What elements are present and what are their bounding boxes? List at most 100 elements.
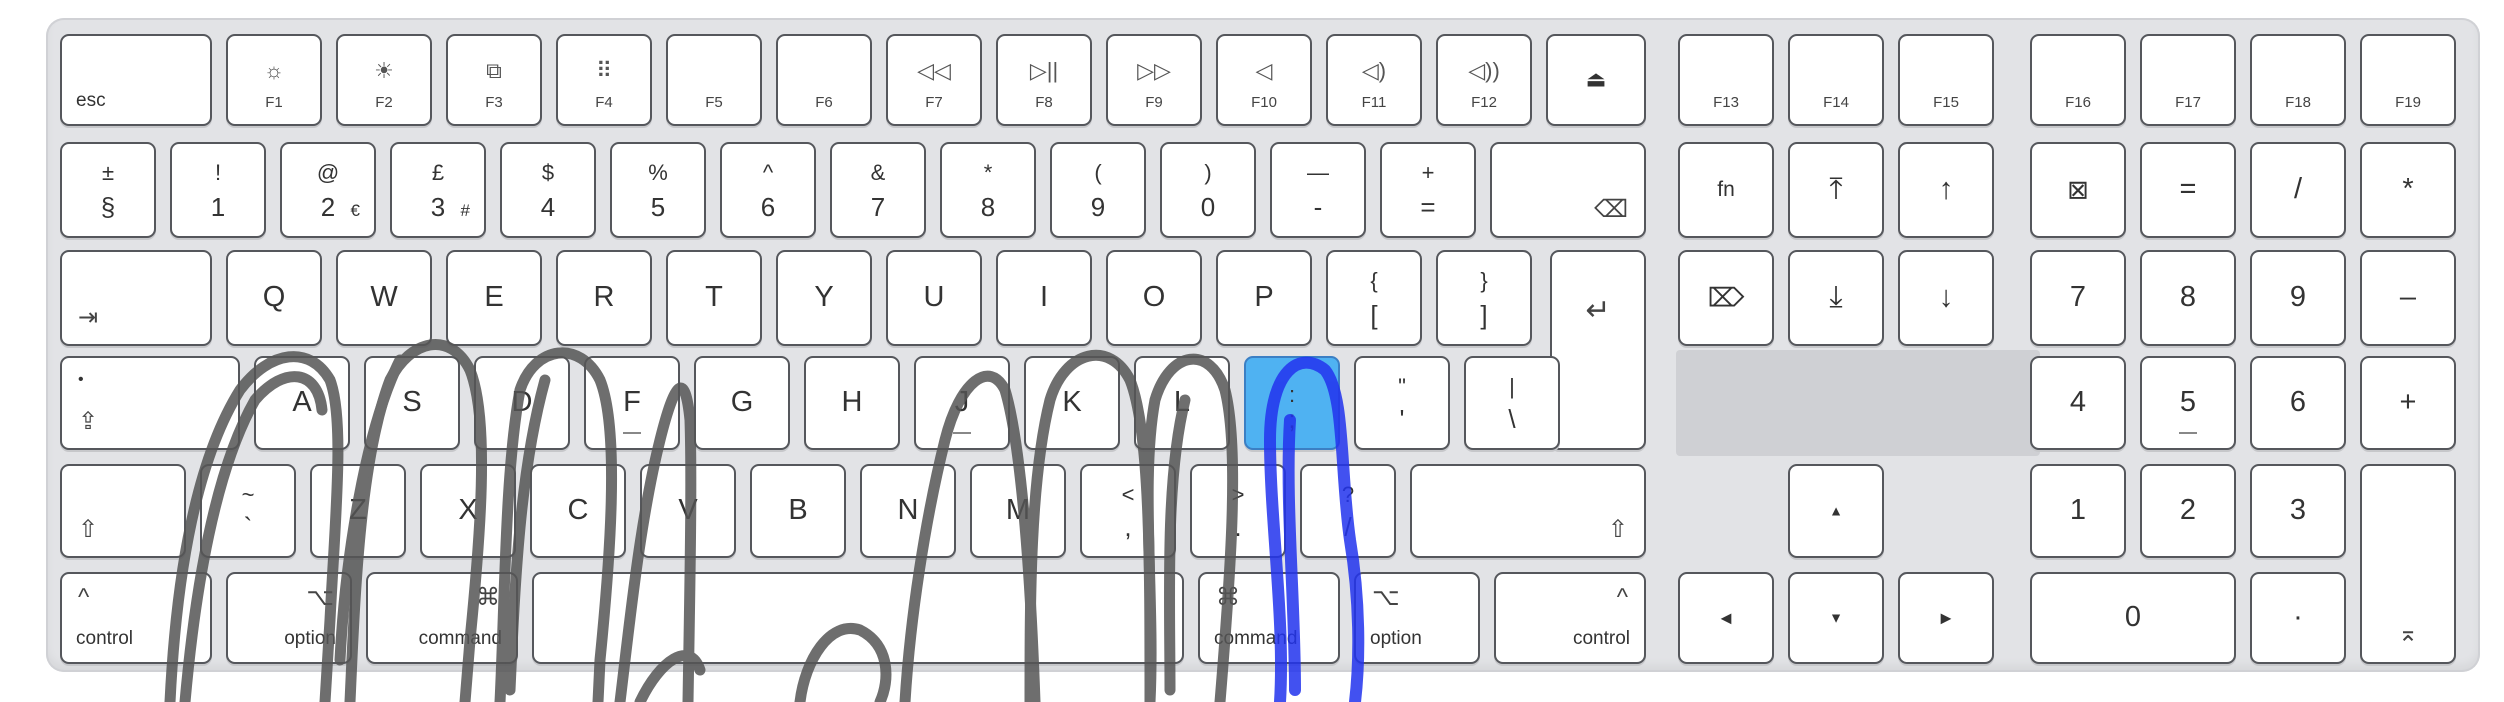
- quote-key[interactable]: " ': [1354, 356, 1450, 450]
- key-q[interactable]: Q: [226, 250, 322, 346]
- numpad-9[interactable]: 9: [2250, 250, 2346, 346]
- key-f[interactable]: F: [584, 356, 680, 450]
- numpad-3[interactable]: 3: [2250, 464, 2346, 558]
- f15-key[interactable]: F15: [1898, 34, 1994, 126]
- key-w[interactable]: W: [336, 250, 432, 346]
- key-5[interactable]: % 5: [610, 142, 706, 238]
- key-j[interactable]: J: [914, 356, 1010, 450]
- key-y[interactable]: Y: [776, 250, 872, 346]
- key-p[interactable]: P: [1216, 250, 1312, 346]
- numpad-2[interactable]: 2: [2140, 464, 2236, 558]
- numpad-5[interactable]: 5: [2140, 356, 2236, 450]
- key-m[interactable]: M: [970, 464, 1066, 558]
- numpad-0[interactable]: 0: [2030, 572, 2236, 664]
- arrow-up-key[interactable]: ▲: [1788, 464, 1884, 558]
- numpad-4[interactable]: 4: [2030, 356, 2126, 450]
- numpad-7[interactable]: 7: [2030, 250, 2126, 346]
- f3-key[interactable]: ⧉ F3: [446, 34, 542, 126]
- key-2[interactable]: @ 2 €: [280, 142, 376, 238]
- f8-key[interactable]: ▷|| F8: [996, 34, 1092, 126]
- backslash-key[interactable]: | \: [1464, 356, 1560, 450]
- key-a[interactable]: A: [254, 356, 350, 450]
- key-t[interactable]: T: [666, 250, 762, 346]
- forward-delete-key[interactable]: ⌦: [1678, 250, 1774, 346]
- f10-key[interactable]: ◁ F10: [1216, 34, 1312, 126]
- home-key[interactable]: ⤒: [1788, 142, 1884, 238]
- f7-key[interactable]: ◁◁ F7: [886, 34, 982, 126]
- f17-key[interactable]: F17: [2140, 34, 2236, 126]
- key-6[interactable]: ^ 6: [720, 142, 816, 238]
- option-right-key[interactable]: ⌥ option: [1354, 572, 1480, 664]
- f5-key[interactable]: F5: [666, 34, 762, 126]
- key-o[interactable]: O: [1106, 250, 1202, 346]
- eject-key[interactable]: ⏏: [1546, 34, 1646, 126]
- page-down-key[interactable]: ↓: [1898, 250, 1994, 346]
- f12-key[interactable]: ◁)) F12: [1436, 34, 1532, 126]
- arrow-left-key[interactable]: ◀: [1678, 572, 1774, 664]
- control-right-key[interactable]: ^ control: [1494, 572, 1646, 664]
- equals-key[interactable]: + =: [1380, 142, 1476, 238]
- comma-key[interactable]: < ,: [1080, 464, 1176, 558]
- backtick-key[interactable]: ~ `: [200, 464, 296, 558]
- f11-key[interactable]: ◁) F11: [1326, 34, 1422, 126]
- key-4[interactable]: $ 4: [500, 142, 596, 238]
- section-key[interactable]: ± §: [60, 142, 156, 238]
- numpad-clear-key[interactable]: ⊠: [2030, 142, 2126, 238]
- key-s[interactable]: S: [364, 356, 460, 450]
- delete-key[interactable]: ⌫: [1490, 142, 1646, 238]
- numpad-6[interactable]: 6: [2250, 356, 2346, 450]
- esc-key[interactable]: esc: [60, 34, 212, 126]
- key-b[interactable]: B: [750, 464, 846, 558]
- key-7[interactable]: & 7: [830, 142, 926, 238]
- page-up-key[interactable]: ↑: [1898, 142, 1994, 238]
- key-z[interactable]: Z: [310, 464, 406, 558]
- key-h[interactable]: H: [804, 356, 900, 450]
- key-k[interactable]: K: [1024, 356, 1120, 450]
- numpad-minus[interactable]: –: [2360, 250, 2456, 346]
- key-l[interactable]: L: [1134, 356, 1230, 450]
- f4-key[interactable]: ⠿ F4: [556, 34, 652, 126]
- return-key[interactable]: ↵: [1550, 250, 1646, 450]
- period-key[interactable]: > .: [1190, 464, 1286, 558]
- arrow-down-key[interactable]: ▼: [1788, 572, 1884, 664]
- numpad-multiply-key[interactable]: *: [2360, 142, 2456, 238]
- space-bar[interactable]: [532, 572, 1184, 664]
- key-g[interactable]: G: [694, 356, 790, 450]
- key-x[interactable]: X: [420, 464, 516, 558]
- bracket-right-key[interactable]: } ]: [1436, 250, 1532, 346]
- semicolon-key[interactable]: : ;: [1244, 356, 1340, 450]
- minus-key[interactable]: — -: [1270, 142, 1366, 238]
- key-8[interactable]: * 8: [940, 142, 1036, 238]
- numpad-divide-key[interactable]: /: [2250, 142, 2346, 238]
- key-9[interactable]: ( 9: [1050, 142, 1146, 238]
- numpad-decimal[interactable]: ·: [2250, 572, 2346, 664]
- f16-key[interactable]: F16: [2030, 34, 2126, 126]
- key-0[interactable]: ) 0: [1160, 142, 1256, 238]
- bracket-left-key[interactable]: { [: [1326, 250, 1422, 346]
- numpad-plus[interactable]: +: [2360, 356, 2456, 450]
- f9-key[interactable]: ▷▷ F9: [1106, 34, 1202, 126]
- f18-key[interactable]: F18: [2250, 34, 2346, 126]
- key-e[interactable]: E: [446, 250, 542, 346]
- key-1[interactable]: ! 1: [170, 142, 266, 238]
- control-left-key[interactable]: ^ control: [60, 572, 212, 664]
- end-key[interactable]: ⤓: [1788, 250, 1884, 346]
- command-right-key[interactable]: ⌘ command: [1198, 572, 1340, 664]
- f14-key[interactable]: F14: [1788, 34, 1884, 126]
- key-v[interactable]: V: [640, 464, 736, 558]
- fn-key[interactable]: fn: [1678, 142, 1774, 238]
- numpad-enter-key[interactable]: ⌅: [2360, 464, 2456, 664]
- numpad-1[interactable]: 1: [2030, 464, 2126, 558]
- f6-key[interactable]: F6: [776, 34, 872, 126]
- numpad-8[interactable]: 8: [2140, 250, 2236, 346]
- key-r[interactable]: R: [556, 250, 652, 346]
- slash-key[interactable]: ? /: [1300, 464, 1396, 558]
- tab-key[interactable]: ⇥: [60, 250, 212, 346]
- f19-key[interactable]: F19: [2360, 34, 2456, 126]
- key-d[interactable]: D: [474, 356, 570, 450]
- key-i[interactable]: I: [996, 250, 1092, 346]
- key-3[interactable]: £ 3 #: [390, 142, 486, 238]
- numpad-equals-key[interactable]: =: [2140, 142, 2236, 238]
- shift-right-key[interactable]: ⇧: [1410, 464, 1646, 558]
- f2-key[interactable]: ☀ F2: [336, 34, 432, 126]
